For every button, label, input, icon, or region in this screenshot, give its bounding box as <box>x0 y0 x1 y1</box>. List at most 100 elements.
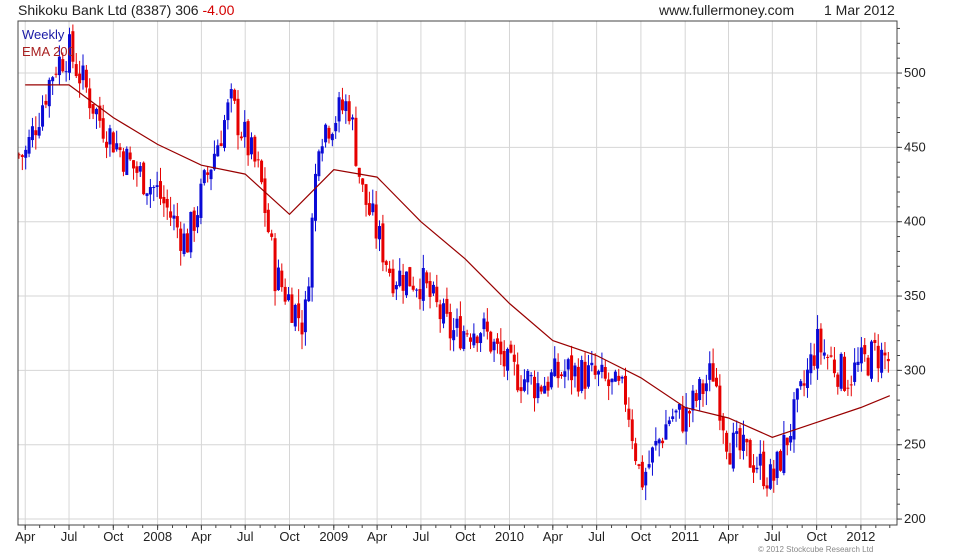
price-bar-body <box>199 183 203 218</box>
price-bar-body <box>772 468 776 481</box>
x-tick-label: Oct <box>279 529 300 544</box>
price-bar-body <box>624 375 628 405</box>
y-tick-label: 200 <box>904 511 926 526</box>
price-bar-body <box>303 299 307 333</box>
price-bar-body <box>597 371 601 375</box>
price-bar-body <box>465 333 469 335</box>
price-bar-body <box>559 374 563 377</box>
price-bar-body <box>748 440 752 468</box>
x-tick-label: Jul <box>61 529 78 544</box>
price-bar-body <box>762 451 766 487</box>
price-bar-body <box>408 267 412 287</box>
price-bar-body <box>637 464 641 466</box>
price-bar-body <box>664 424 668 440</box>
price-bar-body <box>212 153 216 170</box>
price-bar-body <box>721 416 725 431</box>
price-bar-body <box>843 356 847 391</box>
price-bar-body <box>435 286 439 303</box>
price-bar-body <box>863 345 867 355</box>
price-bar-body <box>428 281 432 297</box>
price-bar-body <box>327 127 331 139</box>
price-bar-body <box>61 59 65 72</box>
legend-ema: EMA 200 <box>22 44 75 59</box>
price-bar-body <box>634 443 638 462</box>
price-bar-body <box>509 344 513 353</box>
price-bar-body <box>886 358 890 362</box>
price-bar-body <box>883 352 887 356</box>
x-tick-label: Jul <box>237 529 254 544</box>
price-bar-body <box>448 311 452 339</box>
price-bar-body <box>88 88 92 109</box>
price-bar-body <box>738 428 742 451</box>
y-tick-label: 500 <box>904 65 926 80</box>
price-bar-body <box>458 316 462 349</box>
price-bar-body <box>162 196 166 204</box>
price-bar-body <box>182 233 186 255</box>
price-bar-body <box>644 471 648 486</box>
price-bar-body <box>468 337 472 342</box>
x-tick-label: Oct <box>806 529 827 544</box>
price-bar-body <box>125 148 129 176</box>
price-bar-body <box>590 362 594 366</box>
x-tick-label: Apr <box>367 529 388 544</box>
price-bar-body <box>357 167 361 177</box>
price-bar-body <box>158 181 162 199</box>
price-bar-body <box>785 437 789 446</box>
price-bar-body <box>536 383 540 399</box>
price-bar-body <box>51 77 55 82</box>
price-bar-body <box>438 304 442 320</box>
price-bar-body <box>169 211 173 218</box>
price-bar-body <box>223 120 227 148</box>
x-tick-label: 2008 <box>143 529 172 544</box>
price-bar-body <box>249 137 253 155</box>
price-bar-body <box>866 357 870 376</box>
price-bar-body <box>711 363 715 382</box>
x-tick-label: 2012 <box>846 529 875 544</box>
price-bar-body <box>779 450 783 471</box>
price-bar-body <box>758 453 762 466</box>
price-bar-body <box>148 186 152 195</box>
price-bar-body <box>741 434 745 451</box>
price-bar-body <box>580 360 584 391</box>
price-bar-body <box>276 267 280 291</box>
price-bar-body <box>273 238 277 292</box>
price-bar-body <box>802 383 806 386</box>
price-bar-body <box>431 284 435 294</box>
price-bar-body <box>101 118 105 139</box>
price-bar-body <box>792 399 796 440</box>
price-bar-body <box>489 331 493 352</box>
price-bar-body <box>165 198 169 208</box>
price-bar-body <box>290 294 294 323</box>
price-bar-body <box>826 356 830 358</box>
price-bar-body <box>516 364 520 391</box>
price-bar-body <box>647 464 651 468</box>
x-tick-label: 2010 <box>495 529 524 544</box>
price-bar-body <box>880 349 884 373</box>
price-bar-body <box>809 354 813 374</box>
price-bar-body <box>351 117 355 120</box>
price-bar-body <box>115 143 119 150</box>
price-bar-body <box>502 350 506 367</box>
price-bar-body <box>84 69 88 88</box>
price-bar-body <box>229 89 233 99</box>
price-bar-body <box>330 134 334 141</box>
price-bar-body <box>404 271 408 296</box>
price-bar-body <box>381 223 385 263</box>
price-bar-body <box>519 387 523 392</box>
price-bar-body <box>657 439 661 444</box>
price-bar-body <box>455 318 459 328</box>
price-bar-body <box>202 170 206 184</box>
price-bar-body <box>765 485 769 489</box>
price-bar-body <box>661 440 665 444</box>
price-bar-body <box>495 338 499 344</box>
price-bar-body <box>822 352 826 356</box>
price-bar-body <box>340 99 344 111</box>
price-bar-body <box>30 126 34 141</box>
price-bar-body <box>846 387 850 389</box>
price-bar-body <box>391 268 395 294</box>
x-tick-label: 2011 <box>671 529 699 544</box>
price-bar-body <box>819 328 823 353</box>
x-tick-label: Apr <box>15 529 36 544</box>
price-bar-body <box>563 371 567 377</box>
y-tick-label: 300 <box>904 362 926 377</box>
